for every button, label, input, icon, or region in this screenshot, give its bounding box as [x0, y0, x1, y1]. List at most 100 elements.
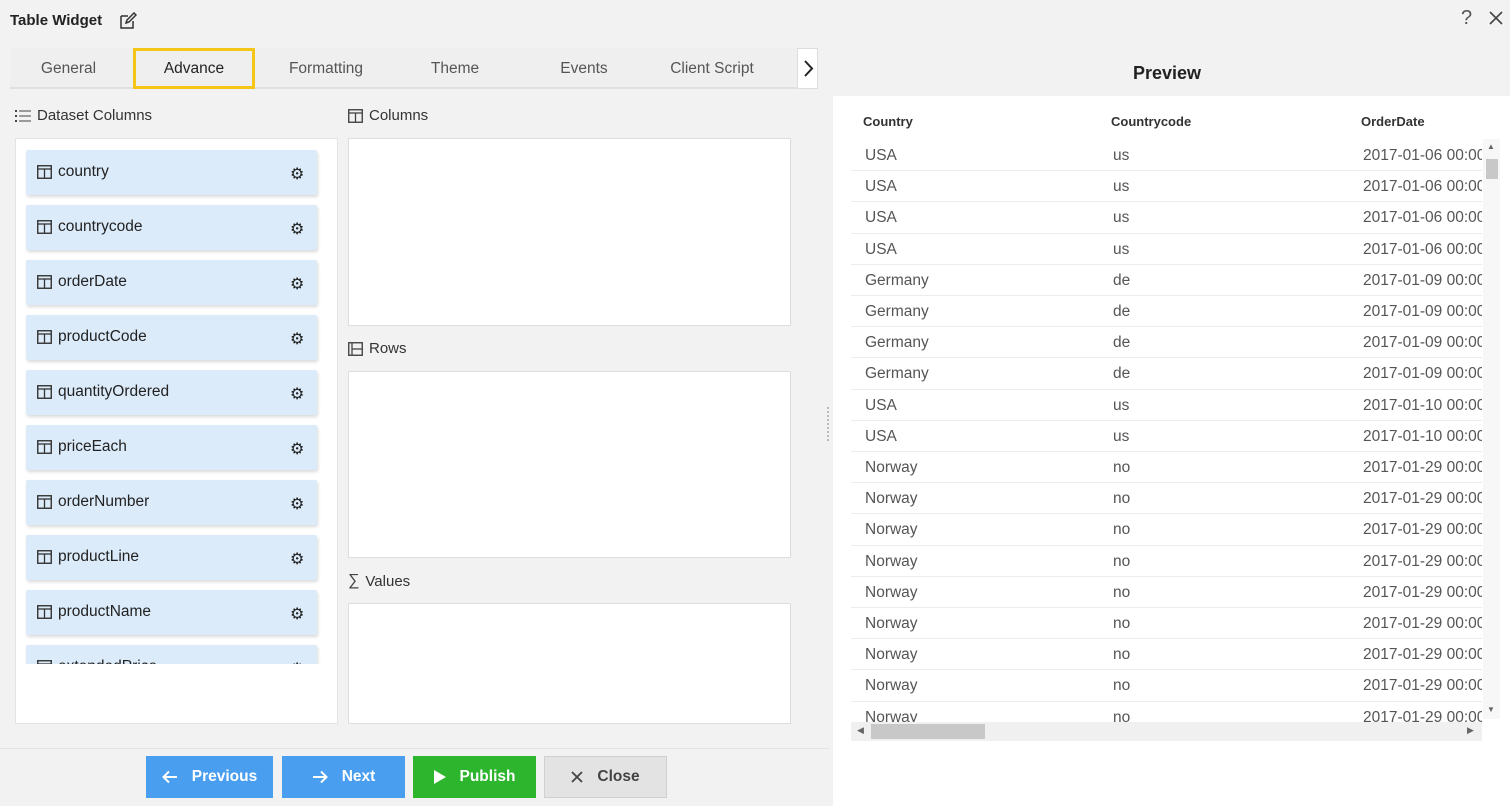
preview-panel: Preview Country Countrycode OrderDate US…	[833, 48, 1510, 806]
help-icon[interactable]: ?	[1461, 7, 1472, 30]
horizontal-scroll-thumb[interactable]	[871, 724, 985, 739]
table-body: USA us 2017-01-06 00:00 USA us 2017-01-06 00:…	[851, 140, 1482, 772]
rows-drop-zone[interactable]	[348, 371, 791, 558]
scroll-up-icon[interactable]: ▲	[1487, 142, 1495, 151]
cell-countrycode: de	[1113, 365, 1131, 383]
tab-client-script[interactable]: Client Script	[648, 48, 776, 89]
gear-icon[interactable]: ⚙	[290, 439, 304, 459]
cell-country: Germany	[865, 334, 929, 352]
header-country[interactable]: Country	[863, 114, 913, 129]
sigma-icon: ∑	[348, 572, 360, 589]
edit-title-icon[interactable]	[119, 12, 137, 30]
header-countrycode[interactable]: Countrycode	[1111, 114, 1191, 129]
tab-advance[interactable]: Advance	[133, 48, 255, 89]
table-row: Norway no 2017-01-29 00:00	[851, 546, 1482, 577]
vertical-scrollbar[interactable]: ▲ ▼	[1483, 139, 1500, 719]
values-drop-zone[interactable]	[348, 603, 791, 724]
table-row-icon	[348, 341, 363, 356]
previous-button[interactable]: Previous	[146, 756, 273, 798]
dataset-column-item[interactable]: country ⚙	[26, 150, 317, 195]
gear-icon[interactable]: ⚙	[290, 604, 304, 624]
close-window-icon[interactable]	[1488, 10, 1504, 26]
table-row: Norway no 2017-01-29 00:00	[851, 514, 1482, 546]
tab-theme[interactable]: Theme	[391, 48, 519, 89]
dataset-column-item[interactable]: quantityOrdered ⚙	[26, 370, 317, 415]
dataset-column-item[interactable]: countrycode ⚙	[26, 205, 317, 250]
table-row: USA us 2017-01-06 00:00	[851, 234, 1482, 265]
header-orderdate[interactable]: OrderDate	[1361, 114, 1425, 129]
table-column-icon	[37, 605, 52, 619]
cell-orderdate: 2017-01-29 00:00	[1363, 552, 1482, 570]
arrow-left-icon	[161, 770, 177, 784]
cell-country: Norway	[865, 646, 918, 664]
table-column-icon	[37, 550, 52, 564]
horizontal-scrollbar[interactable]: ◀ ▶	[851, 722, 1482, 741]
vertical-scroll-thumb[interactable]	[1486, 159, 1498, 179]
table-column-icon	[37, 220, 52, 234]
gear-icon[interactable]: ⚙	[290, 549, 304, 569]
table-row: Norway no 2017-01-29 00:00	[851, 670, 1482, 702]
cell-orderdate: 2017-01-29 00:00	[1363, 490, 1482, 508]
dataset-columns-list[interactable]: country ⚙ countrycode ⚙ orderDate ⚙ productCod…	[15, 138, 338, 724]
preview-table: Country Countrycode OrderDate USA us 2017-…	[851, 96, 1482, 772]
preview-header: Preview	[833, 48, 1510, 96]
table-column-icon	[37, 440, 52, 454]
gear-icon[interactable]: ⚙	[290, 659, 304, 664]
table-row: Norway no 2017-01-29 00:00	[851, 483, 1482, 515]
dataset-column-label: orderNumber	[58, 493, 150, 510]
cell-countrycode: us	[1113, 427, 1130, 445]
close-icon	[571, 771, 584, 783]
table-row: Norway no 2017-01-29 00:00	[851, 452, 1482, 484]
cell-orderdate: 2017-01-09 00:00	[1363, 303, 1482, 320]
cell-country: Norway	[865, 615, 918, 632]
table-row: USA us 2017-01-06 00:00	[851, 140, 1482, 172]
play-icon	[433, 770, 446, 784]
next-button[interactable]: Next	[282, 756, 405, 798]
gear-icon[interactable]: ⚙	[290, 164, 304, 184]
previous-label: Previous	[191, 768, 258, 785]
cell-countrycode: no	[1113, 552, 1131, 570]
cell-country: Norway	[865, 459, 918, 476]
scroll-left-icon[interactable]: ◀	[857, 725, 864, 736]
tab-formatting[interactable]: Formatting	[262, 48, 390, 89]
dataset-column-item[interactable]: orderDate ⚙	[26, 260, 317, 305]
cell-orderdate: 2017-01-06 00:00	[1363, 209, 1482, 227]
cell-countrycode: no	[1113, 615, 1131, 632]
dataset-column-item[interactable]: productName ⚙	[26, 590, 317, 635]
cell-country: USA	[865, 396, 897, 414]
panel-resize-handle[interactable]	[826, 405, 831, 445]
tabs-scroll-right-button[interactable]	[797, 48, 818, 89]
publish-button[interactable]: Publish	[413, 756, 536, 798]
rows-title: Rows	[369, 340, 407, 357]
cell-orderdate: 2017-01-29 00:00	[1363, 646, 1482, 664]
table-column-icon	[37, 275, 52, 289]
values-title: Values	[365, 572, 411, 590]
cell-countrycode: no	[1113, 583, 1131, 601]
footer-divider	[0, 748, 829, 749]
gear-icon[interactable]: ⚙	[290, 219, 304, 239]
close-button[interactable]: Close	[544, 756, 667, 798]
dataset-column-item[interactable]: productLine ⚙	[26, 535, 317, 580]
dataset-column-item[interactable]: priceEach ⚙	[26, 425, 317, 470]
cell-country: USA	[865, 427, 897, 445]
tab-general[interactable]: General	[10, 48, 127, 89]
cell-orderdate: 2017-01-29 00:00	[1363, 677, 1482, 695]
cell-countrycode: de	[1113, 271, 1131, 289]
scroll-down-icon[interactable]: ▼	[1487, 705, 1495, 714]
gear-icon[interactable]: ⚙	[290, 494, 304, 514]
gear-icon[interactable]: ⚙	[290, 329, 304, 349]
table-row: USA us 2017-01-10 00:00	[851, 390, 1482, 421]
gear-icon[interactable]: ⚙	[290, 384, 304, 404]
dataset-column-item[interactable]: extendedPrice ⚙	[26, 645, 317, 664]
scroll-right-icon[interactable]: ▶	[1467, 725, 1474, 736]
dataset-column-item[interactable]: orderNumber ⚙	[26, 480, 317, 525]
gear-icon[interactable]: ⚙	[290, 274, 304, 294]
cell-orderdate: 2017-01-29 00:00	[1363, 521, 1482, 539]
tab-events[interactable]: Events	[520, 48, 648, 89]
dataset-column-item[interactable]: productCode ⚙	[26, 315, 317, 360]
publish-label: Publish	[459, 768, 516, 785]
cell-orderdate: 2017-01-29 00:00	[1363, 615, 1482, 632]
cell-orderdate: 2017-01-06 00:00	[1363, 240, 1482, 258]
columns-drop-zone[interactable]	[348, 138, 791, 326]
cell-orderdate: 2017-01-29 00:00	[1363, 583, 1482, 601]
